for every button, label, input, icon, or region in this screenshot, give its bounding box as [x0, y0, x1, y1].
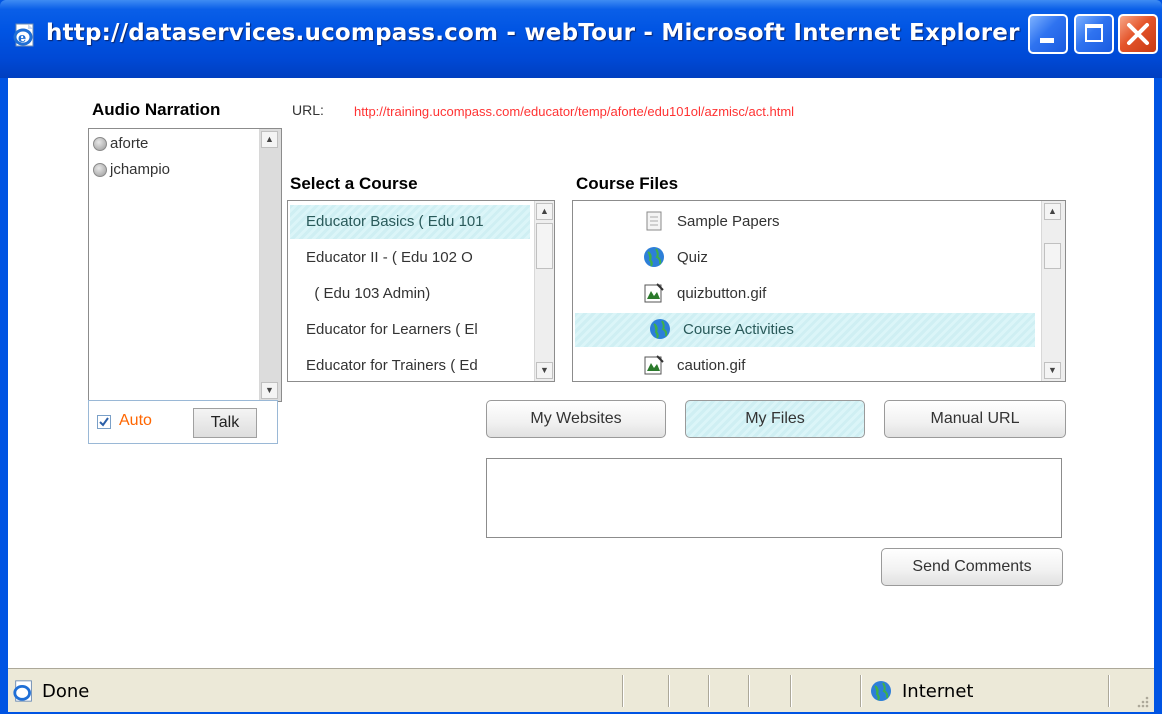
- maximize-icon: [1085, 24, 1103, 42]
- select-course-heading: Select a Course: [290, 174, 418, 193]
- status-text: Done: [42, 681, 90, 702]
- status-divider: [668, 675, 670, 707]
- window-title: http://dataservices.ucompass.com - webTo…: [46, 20, 1020, 46]
- auto-label: Auto: [119, 412, 152, 429]
- url-value[interactable]: http://training.ucompass.com/educator/te…: [354, 104, 794, 119]
- file-item[interactable]: Quiz: [643, 241, 1035, 275]
- auto-checkbox[interactable]: [97, 415, 111, 429]
- audio-list-scrollbar[interactable]: ▲ ▼: [259, 129, 281, 401]
- audio-user-item[interactable]: aforte: [93, 135, 148, 152]
- status-divider: [622, 675, 624, 707]
- comments-textarea[interactable]: [486, 458, 1062, 538]
- scroll-up-arrow-icon[interactable]: ▲: [261, 131, 278, 148]
- minimize-button[interactable]: [1028, 14, 1068, 54]
- status-divider: [790, 675, 792, 707]
- audio-user-item[interactable]: jchampio: [93, 161, 170, 178]
- image-file-icon: [644, 283, 664, 303]
- course-files-heading: Course Files: [576, 174, 679, 193]
- ie-page-icon: [13, 680, 32, 702]
- file-item[interactable]: caution.gif: [643, 349, 1035, 381]
- maximize-button[interactable]: [1074, 14, 1114, 54]
- scroll-up-arrow-icon[interactable]: ▲: [536, 203, 553, 220]
- auto-talk-panel: Auto Talk: [88, 400, 278, 444]
- status-bar: Done Internet: [8, 668, 1154, 712]
- globe-icon: [871, 681, 891, 701]
- course-list-scrollbar[interactable]: ▲ ▼: [534, 201, 554, 381]
- my-files-button[interactable]: My Files: [685, 400, 865, 438]
- scroll-down-arrow-icon[interactable]: ▼: [261, 382, 278, 399]
- scroll-down-arrow-icon[interactable]: ▼: [1044, 362, 1061, 379]
- talk-button[interactable]: Talk: [193, 408, 257, 438]
- course-item[interactable]: Educator for Learners ( El: [290, 313, 530, 347]
- globe-icon: [644, 247, 664, 267]
- file-item[interactable]: Sample Papers: [643, 205, 1035, 239]
- status-divider: [860, 675, 862, 707]
- course-item[interactable]: Educator Basics ( Edu 101: [290, 205, 530, 239]
- globe-icon: [650, 319, 670, 339]
- user-status-icon: [93, 163, 107, 178]
- scroll-up-arrow-icon[interactable]: ▲: [1044, 203, 1061, 220]
- course-item[interactable]: Educator for Trainers ( Ed: [290, 349, 530, 381]
- title-bar[interactable]: e http://dataservices.ucompass.com - web…: [0, 0, 1162, 78]
- scroll-thumb[interactable]: [536, 223, 553, 269]
- manual-url-button[interactable]: Manual URL: [884, 400, 1066, 438]
- course-list[interactable]: Educator Basics ( Edu 101 Educator II - …: [287, 200, 555, 382]
- close-icon: [1127, 23, 1149, 45]
- file-item[interactable]: quizbutton.gif: [643, 277, 1035, 311]
- security-zone-text: Internet: [902, 681, 974, 702]
- audio-narration-heading: Audio Narration: [92, 100, 221, 119]
- url-label: URL:: [292, 102, 324, 118]
- course-files-scrollbar[interactable]: ▲ ▼: [1041, 201, 1065, 381]
- user-status-icon: [93, 137, 107, 152]
- course-files-list[interactable]: Sample Papers Quiz quizbutton.gif Course…: [572, 200, 1066, 382]
- course-item[interactable]: Educator II - ( Edu 102 O: [290, 241, 530, 275]
- document-icon: [646, 211, 662, 231]
- status-divider: [748, 675, 750, 707]
- file-item[interactable]: Course Activities: [575, 313, 1035, 347]
- status-divider: [1108, 675, 1110, 707]
- ie-page-icon: e: [13, 23, 34, 47]
- page-content: Audio Narration aforte jchampio ▲ ▼ Auto…: [8, 78, 1154, 668]
- audio-users-list[interactable]: aforte jchampio ▲ ▼: [88, 128, 282, 402]
- send-comments-button[interactable]: Send Comments: [881, 548, 1063, 586]
- svg-text:e: e: [18, 31, 26, 46]
- image-file-icon: [644, 355, 664, 375]
- scroll-thumb[interactable]: [1044, 243, 1061, 269]
- my-websites-button[interactable]: My Websites: [486, 400, 666, 438]
- status-divider: [708, 675, 710, 707]
- course-item[interactable]: ( Edu 103 Admin): [290, 277, 530, 311]
- browser-window: e http://dataservices.ucompass.com - web…: [0, 0, 1162, 714]
- scroll-down-arrow-icon[interactable]: ▼: [536, 362, 553, 379]
- minimize-icon: [1040, 38, 1054, 43]
- resize-grip-icon[interactable]: [1132, 691, 1150, 709]
- close-button[interactable]: [1118, 14, 1158, 54]
